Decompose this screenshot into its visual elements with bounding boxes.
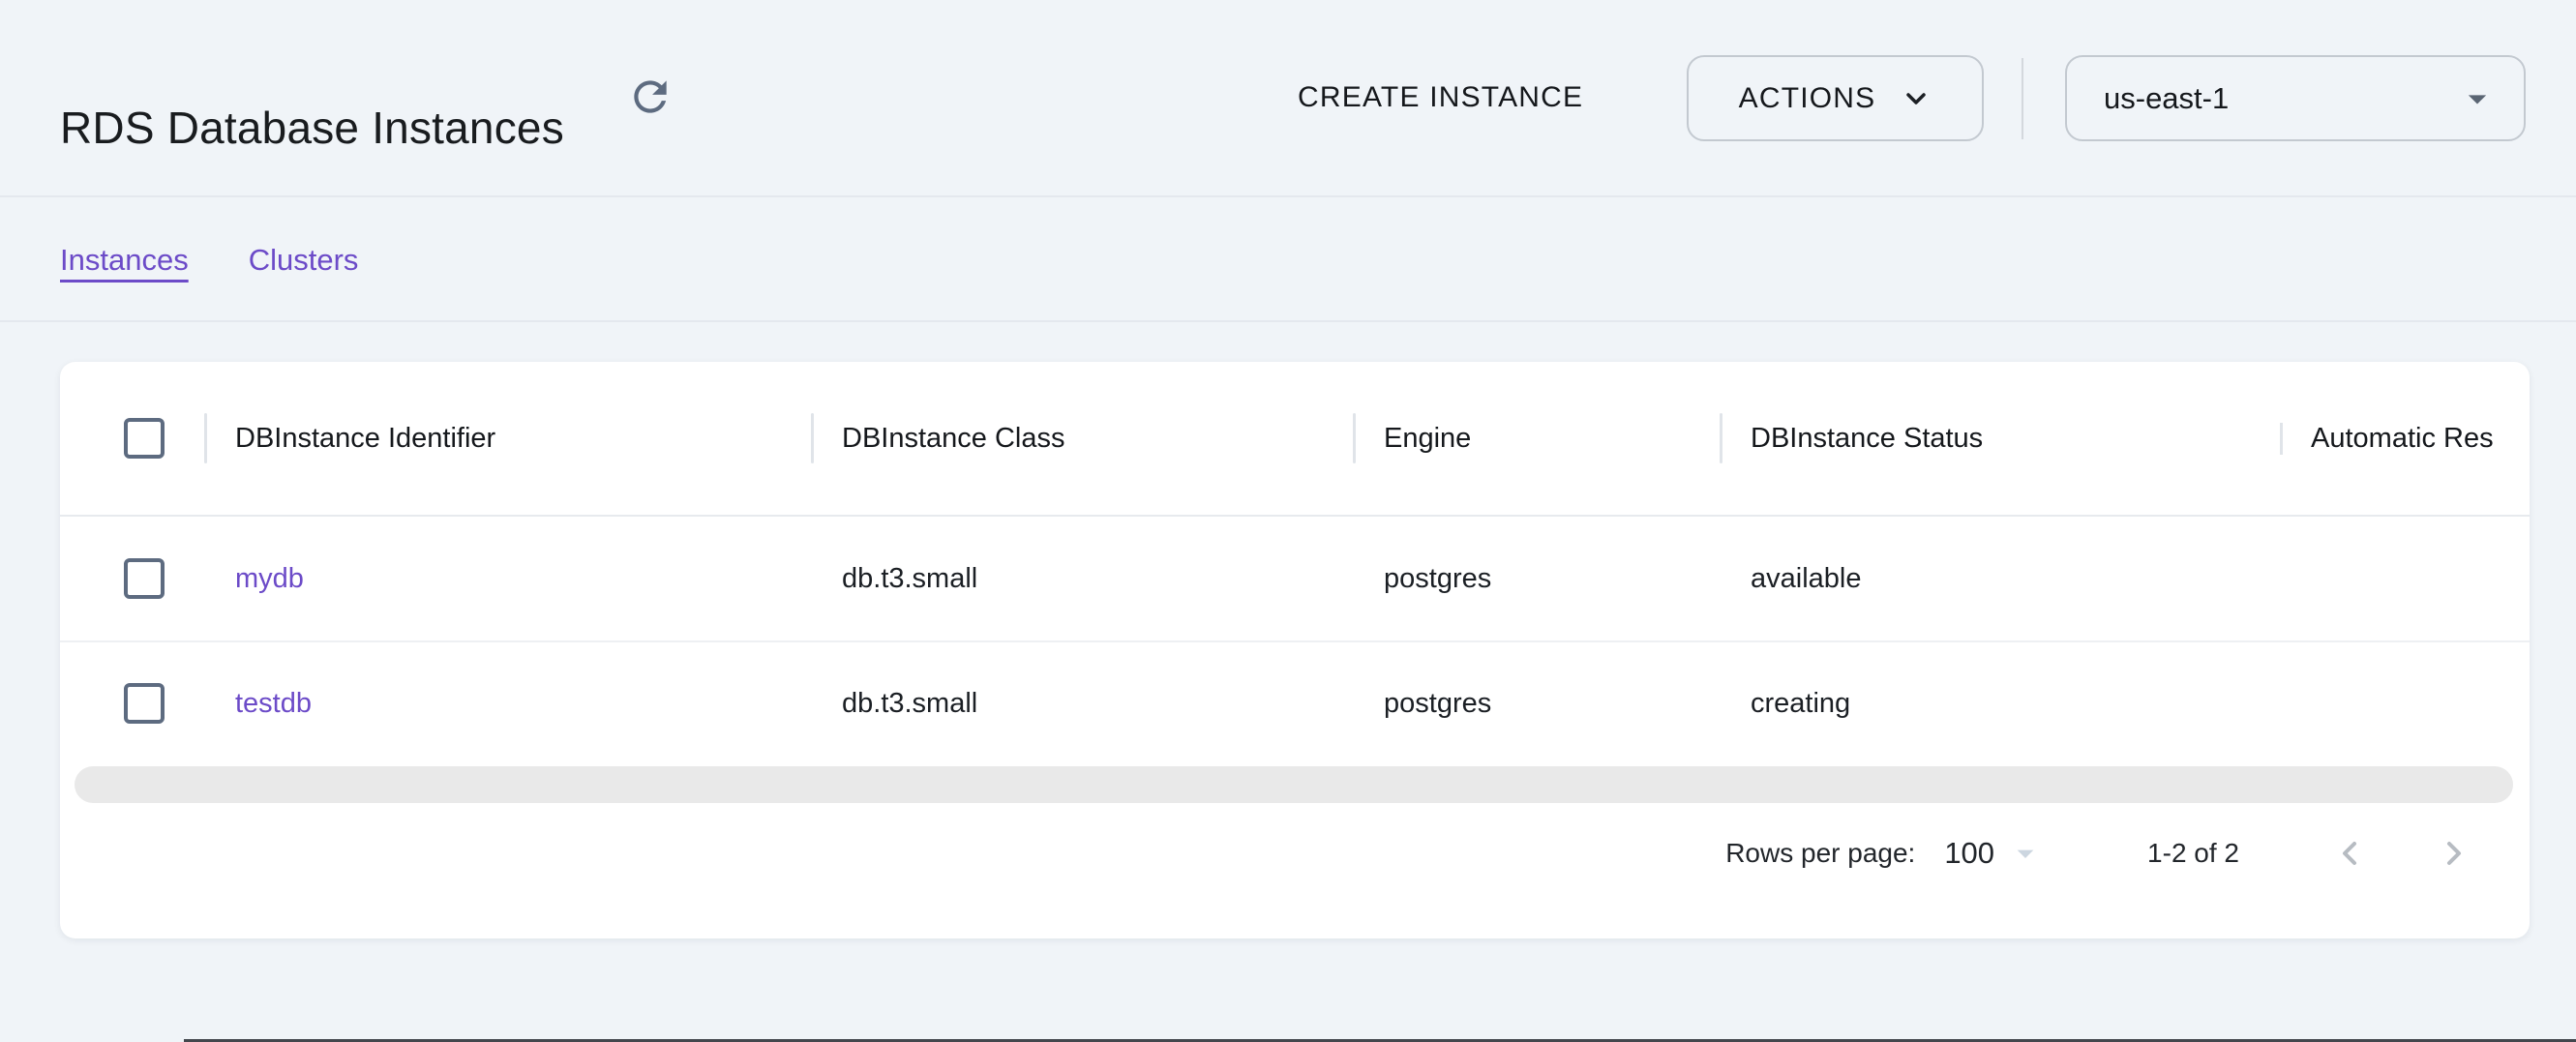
cell-status: creating	[1720, 688, 2280, 720]
row-checkbox[interactable]	[124, 683, 165, 724]
header-dbinstance-identifier: DBInstance Identifier	[204, 423, 811, 455]
region-select[interactable]: us-east-1	[2065, 55, 2526, 141]
column-divider	[1353, 413, 1356, 463]
pagination-range-label: 1-2 of 2	[2147, 838, 2239, 869]
cell-engine: postgres	[1353, 688, 1720, 720]
header-automatic-restart: Automatic Res	[2280, 423, 2530, 455]
rows-per-page-label: Rows per page:	[1725, 838, 1915, 869]
toolbar-divider	[2022, 58, 2023, 139]
previous-page-button[interactable]	[2328, 832, 2371, 875]
cell-status: available	[1720, 563, 2280, 595]
instance-link[interactable]: testdb	[235, 688, 312, 720]
row-checkbox[interactable]	[124, 558, 165, 599]
header-label: Engine	[1384, 423, 1471, 455]
tab-bar: Instances Clusters	[0, 199, 2576, 322]
header-label: DBInstance Status	[1751, 423, 1983, 455]
actions-button-label: ACTIONS	[1739, 82, 1876, 115]
dropdown-caret-icon	[2006, 834, 2045, 873]
header-dbinstance-status: DBInstance Status	[1720, 423, 2280, 455]
column-divider	[204, 413, 207, 463]
rows-per-page-select[interactable]: 100	[1944, 834, 2045, 873]
row-checkbox-cell	[60, 683, 204, 724]
cell-db-class: db.t3.small	[811, 688, 1353, 720]
instance-link[interactable]: mydb	[235, 563, 304, 595]
dropdown-caret-icon	[2456, 77, 2499, 120]
column-divider	[811, 413, 814, 463]
header-engine: Engine	[1353, 423, 1720, 455]
header-label: DBInstance Class	[842, 423, 1065, 455]
refresh-icon	[626, 73, 674, 121]
table-row[interactable]: testdb db.t3.small postgres creating	[60, 640, 2530, 764]
header-label: Automatic Res	[2311, 423, 2494, 455]
row-checkbox-cell	[60, 558, 204, 599]
tab-clusters[interactable]: Clusters	[249, 243, 359, 278]
cell-engine: postgres	[1353, 563, 1720, 595]
header-dbinstance-class: DBInstance Class	[811, 423, 1353, 455]
header-checkbox-cell	[60, 418, 204, 459]
pagination-bar: Rows per page: 100 1-2 of 2	[1725, 824, 2475, 882]
region-select-value: us-east-1	[2104, 81, 2229, 116]
cell-identifier: mydb	[204, 563, 811, 595]
tab-instances[interactable]: Instances	[60, 243, 189, 278]
rds-instances-page: RDS Database Instances CREATE INSTANCE A…	[0, 0, 2576, 1042]
column-divider	[2280, 423, 2283, 455]
page-title: RDS Database Instances	[60, 102, 564, 154]
horizontal-scrollbar[interactable]	[75, 766, 2513, 803]
select-all-checkbox[interactable]	[124, 418, 165, 459]
chevron-right-icon	[2435, 834, 2473, 873]
page-header: RDS Database Instances CREATE INSTANCE A…	[0, 0, 2576, 197]
actions-button[interactable]: ACTIONS	[1687, 55, 1984, 141]
refresh-button[interactable]	[625, 72, 675, 122]
table-header-row: DBInstance Identifier DBInstance Class E…	[60, 362, 2530, 517]
column-divider	[1720, 413, 1722, 463]
cell-db-class: db.t3.small	[811, 563, 1353, 595]
create-instance-button[interactable]: CREATE INSTANCE	[1298, 76, 1583, 119]
chevron-left-icon	[2330, 834, 2369, 873]
chevron-down-icon	[1901, 83, 1932, 114]
instances-table-card: DBInstance Identifier DBInstance Class E…	[60, 362, 2530, 938]
table-row[interactable]: mydb db.t3.small postgres available	[60, 517, 2530, 640]
next-page-button[interactable]	[2433, 832, 2475, 875]
rows-per-page-value: 100	[1944, 836, 1994, 871]
cell-identifier: testdb	[204, 688, 811, 720]
header-label: DBInstance Identifier	[235, 423, 495, 455]
